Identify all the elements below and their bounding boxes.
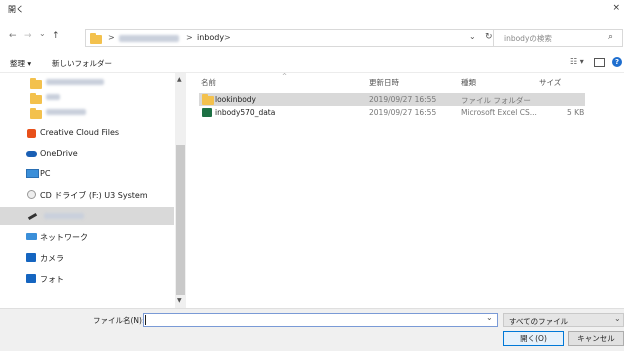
sidebar-item-photos[interactable]: フォト [0,270,174,288]
scroll-up-icon[interactable]: ▲ [177,76,182,83]
back-arrow-icon[interactable]: ← [9,31,17,41]
chevron-down-icon: ⌄ [614,314,621,323]
sidebar-item-redacted-selected[interactable] [0,207,174,225]
pc-monitor-icon [26,169,39,178]
recent-locations-dropdown-icon[interactable]: ⌄ [39,29,46,38]
window-title: 開く [8,5,24,14]
file-type: ファイル フォルダー [461,96,531,105]
filetype-select[interactable]: すべてのファイル ⌄ [503,313,624,327]
sidebar-item-redacted[interactable] [0,103,174,121]
sidebar-item-camera[interactable]: カメラ [0,249,174,267]
file-name: inbody570_data [215,108,276,117]
search-input[interactable]: inbodyの検索 [504,33,552,44]
redacted-label [46,94,60,100]
sidebar-item-label: カメラ [40,254,64,263]
redacted-label [46,79,104,85]
sidebar-item-creative-cloud[interactable]: Creative Cloud Files [0,124,174,142]
sidebar-scrollbar-thumb[interactable] [176,145,185,295]
column-header-date[interactable]: 更新日時 [369,77,399,88]
file-size: 5 KB [567,108,585,117]
help-icon[interactable]: ? [612,57,622,67]
column-header-type[interactable]: 種類 [461,77,476,88]
photos-icon [26,274,36,283]
preview-pane-icon[interactable] [594,58,605,67]
refresh-icon[interactable]: ↻ [485,32,493,42]
text-caret [145,315,146,325]
file-date: 2019/09/27 16:55 [369,95,437,104]
sidebar-item-network[interactable]: ネットワーク [0,228,174,246]
file-type: Microsoft Excel CS... [461,108,537,117]
title-bar [0,0,624,22]
search-icon[interactable]: ⌕ [608,32,613,42]
breadcrumb-inbody[interactable]: inbody [197,33,224,42]
filetype-value: すべてのファイル [509,317,569,326]
cd-drive-icon [27,190,36,199]
sidebar-item-cd-drive[interactable]: CD ドライブ (F:) U3 System [0,186,174,204]
excel-file-icon [202,108,212,117]
file-list[interactable]: ^ 名前 更新日時 種類 サイズ lookinbody 2019/09/27 1… [187,73,624,308]
redacted-label [46,109,86,115]
table-row[interactable]: lookinbody 2019/09/27 16:55 ファイル フォルダー [199,93,585,106]
breadcrumb-separator: > [186,33,193,42]
redacted-label [44,213,84,219]
navigation-pane[interactable]: Creative Cloud Files OneDrive PC CD ドライブ… [0,73,186,308]
address-bar[interactable]: > > inbody > ⌄ ↻ [85,29,498,47]
sidebar-item-label: CD ドライブ (F:) U3 System [40,191,148,200]
view-options-icon[interactable]: ☷ ▾ [570,57,584,66]
network-icon [26,233,37,240]
sidebar-item-label: Creative Cloud Files [40,128,120,137]
address-dropdown-icon[interactable]: ⌄ [469,32,476,41]
column-header-size[interactable]: サイズ [539,77,561,88]
sidebar-item-label: ネットワーク [40,233,88,242]
sidebar-item-label: フォト [40,275,64,284]
scroll-down-icon[interactable]: ▼ [177,297,182,304]
sidebar-item-onedrive[interactable]: OneDrive [0,145,174,163]
column-header-name[interactable]: 名前 [201,77,216,88]
sidebar-item-pc[interactable]: PC [0,165,174,183]
creative-cloud-icon [27,129,36,138]
filename-input[interactable] [143,313,498,327]
breadcrumb-separator: > [108,33,115,42]
folder-icon [90,33,102,44]
breadcrumb-redacted [119,35,179,42]
open-button[interactable]: 開く(O) [503,331,564,346]
organize-button[interactable]: 整理 ▾ [10,58,31,69]
up-arrow-icon[interactable]: ↑ [52,31,60,41]
file-date: 2019/09/27 16:55 [369,108,437,117]
folder-icon [30,108,42,119]
sidebar-item-label: PC [40,169,51,178]
onedrive-cloud-icon [26,151,37,157]
file-name: lookinbody [215,95,256,104]
cancel-button[interactable]: キャンセル [568,331,624,346]
sidebar-item-label: OneDrive [40,149,78,158]
search-box[interactable]: inbodyの検索 ⌕ [493,29,623,47]
close-icon[interactable]: × [612,3,620,13]
breadcrumb-separator: > [224,33,231,42]
new-folder-button[interactable]: 新しいフォルダー [52,58,112,69]
forward-arrow-icon[interactable]: → [24,31,32,41]
camera-icon [26,253,36,262]
folder-icon [202,94,214,105]
drive-icon [27,212,38,221]
filename-label: ファイル名(N): [93,316,145,325]
filename-dropdown-icon[interactable]: ⌄ [486,313,493,322]
table-row[interactable]: inbody570_data 2019/09/27 16:55 Microsof… [199,106,585,119]
sort-indicator-icon: ^ [282,73,288,80]
